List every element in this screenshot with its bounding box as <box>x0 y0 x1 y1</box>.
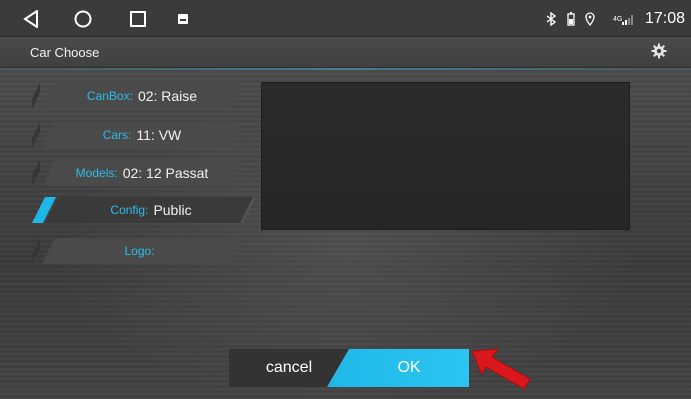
red-arrow-annotation <box>471 348 531 390</box>
canbox-option[interactable]: CanBox: 02: Raise <box>42 83 242 109</box>
divider-line <box>0 68 691 70</box>
models-option[interactable]: Models: 02: 12 Passat <box>42 160 242 186</box>
back-icon[interactable] <box>20 8 42 30</box>
page-title: Car Choose <box>30 45 100 60</box>
bluetooth-icon <box>546 11 557 26</box>
status-icons: 4G 17:08 <box>546 0 685 37</box>
car-preview-panel <box>261 82 630 230</box>
config-value: Public <box>153 202 192 218</box>
home-icon[interactable] <box>72 8 94 30</box>
notification-icon[interactable] <box>172 8 194 30</box>
battery-icon <box>567 11 575 26</box>
config-option[interactable]: Config: Public <box>46 197 256 223</box>
canbox-label: CanBox: <box>86 89 133 103</box>
svg-text:4G: 4G <box>613 16 622 23</box>
logo-option[interactable]: Logo: <box>42 238 242 264</box>
title-bar: Car Choose <box>0 37 691 68</box>
cars-label: Cars: <box>102 128 132 142</box>
recents-icon[interactable] <box>127 8 149 30</box>
models-label: Models: <box>75 166 118 180</box>
gear-icon[interactable] <box>651 43 669 61</box>
status-clock: 17:08 <box>644 9 685 27</box>
ok-button[interactable]: OK <box>327 349 469 387</box>
config-label: Config: <box>110 203 149 217</box>
cars-value: 11: VW <box>136 127 182 143</box>
status-bar: 4G 17:08 <box>0 0 691 37</box>
canbox-value: 02: Raise <box>137 88 198 104</box>
location-icon <box>585 11 595 26</box>
logo-label: Logo: <box>124 244 155 258</box>
models-value: 02: 12 Passat <box>122 165 209 181</box>
cars-option[interactable]: Cars: 11: VW <box>42 122 242 148</box>
signal-icon: 4G <box>613 12 635 26</box>
